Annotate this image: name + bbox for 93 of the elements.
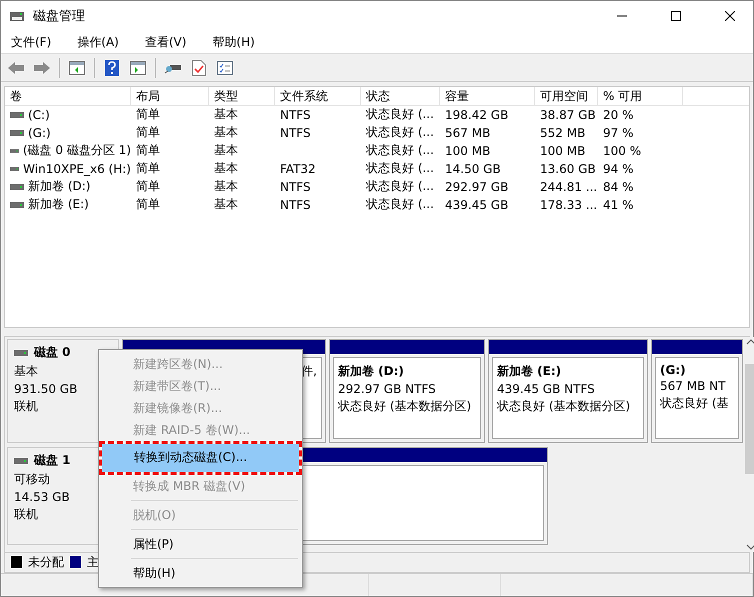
partition-block[interactable]: 新加卷 (D:) 292.97 GB NTFS 状态良好 (基本数据分区) [329, 339, 485, 443]
table-cell: (C:) [28, 108, 50, 122]
table-cell: 178.33 ... [540, 198, 598, 212]
table-cell: 新加卷 (E:) [28, 196, 89, 214]
table-cell: 新加卷 (D:) [28, 178, 90, 196]
table-cell: (G:) [28, 126, 51, 140]
table-cell: NTFS [280, 198, 311, 212]
disk-type: 可移动 [14, 471, 51, 488]
partition-info: 439.45 GB NTFS [497, 382, 595, 396]
table-cell: FAT32 [280, 162, 316, 176]
maximize-icon [671, 11, 681, 21]
table-cell: 基本 [214, 142, 238, 160]
table-cell: 198.42 GB [445, 108, 508, 122]
partition-block[interactable]: (G:) 567 MB NT 状态良好 (基 [651, 339, 743, 443]
table-cell: 简单 [136, 160, 160, 178]
partition-info: 567 MB NT [660, 379, 726, 393]
table-cell: 基本 [214, 106, 238, 124]
close-icon [725, 11, 735, 21]
legend-label: 未分配 [28, 554, 64, 571]
table-cell: 100 MB [445, 144, 490, 158]
table-cell: 基本 [214, 124, 238, 142]
table-cell: 552 MB [540, 126, 586, 140]
disk-size: 931.50 GB [14, 382, 78, 396]
table-cell: 状态良好 (... [366, 160, 434, 178]
legend-label: 主 [87, 554, 99, 571]
table-cell: 20 % [603, 108, 634, 122]
column-header[interactable]: 容量 [440, 86, 535, 105]
menu-item[interactable]: 操作(A) [71, 34, 127, 51]
table-cell: (磁盘 0 磁盘分区 1) [22, 142, 131, 160]
drive-icon [14, 456, 28, 464]
drive-icon [10, 128, 24, 137]
column-header[interactable]: 卷 [5, 86, 131, 105]
table-cell: 简单 [136, 106, 160, 124]
column-header[interactable]: 可用空间 [535, 86, 598, 105]
column-header[interactable]: 状态 [361, 86, 440, 105]
drive-icon [10, 200, 24, 209]
table-cell: 基本 [214, 178, 238, 196]
partition-block[interactable]: 新加卷 (E:) 439.45 GB NTFS 状态良好 (基本数据分区) [488, 339, 648, 443]
partition-title: (G:) [660, 363, 686, 377]
partition-info: 状态良好 (基本数据分区) [338, 398, 472, 415]
disk-status: 联机 [14, 506, 39, 523]
partition-title: 新加卷 (D:) [338, 363, 404, 380]
drive-icon [14, 348, 28, 356]
menu-item[interactable]: 查看(V) [138, 34, 194, 51]
scrollbar[interactable] [745, 337, 754, 552]
partition-title: 新加卷 (E:) [497, 363, 562, 380]
disk-type: 基本 [14, 363, 39, 380]
table-cell: 状态良好 (... [366, 124, 434, 142]
window-title: 磁盘管理 [33, 8, 86, 25]
menu-option[interactable]: 转换到动态磁盘(C)... [102, 444, 299, 472]
column-header[interactable]: 文件系统 [275, 86, 361, 105]
column-header[interactable]: 类型 [209, 86, 275, 105]
column-header[interactable]: 布局 [131, 86, 209, 105]
table-cell: 439.45 GB [445, 198, 508, 212]
partition-info: 状态良好 (基 [660, 395, 728, 412]
table-cell: 41 % [603, 198, 634, 212]
partition-info: 292.97 GB NTFS [338, 382, 436, 396]
table-cell: 244.81 ... [540, 180, 598, 194]
menu-item[interactable]: 文件(F) [5, 34, 60, 51]
table-cell: 状态良好 (... [366, 106, 434, 124]
table-cell: 84 % [603, 180, 634, 194]
menu-option[interactable]: 帮助(H) [101, 562, 300, 584]
table-cell: 简单 [136, 142, 160, 160]
drive-icon [10, 110, 24, 119]
table-cell: 状态良好 (... [366, 196, 434, 214]
drive-icon [10, 182, 24, 191]
table-cell: 14.50 GB [445, 162, 501, 176]
table-cell: 38.87 GB [540, 108, 596, 122]
table-cell: 状态良好 (... [366, 142, 434, 160]
table-cell: NTFS [280, 180, 311, 194]
table-cell: 13.60 GB [540, 162, 596, 176]
disk-status: 联机 [14, 398, 39, 415]
disk-size: 14.53 GB [14, 490, 71, 504]
menu-item[interactable]: 帮助(H) [206, 34, 263, 51]
table-cell: 97 % [603, 126, 634, 140]
table-cell: 100 % [603, 144, 642, 158]
table-cell: 简单 [136, 196, 160, 214]
table-cell: 简单 [136, 178, 160, 196]
table-cell: 292.97 GB [445, 180, 508, 194]
table-cell: 简单 [136, 124, 160, 142]
table-cell: NTFS [280, 126, 311, 140]
partition-info: 状态良好 (基本数据分区) [497, 398, 630, 415]
disk-name: 磁盘 0 [34, 344, 71, 361]
table-cell: Win10XPE_x6 (H:) [23, 162, 131, 176]
table-cell: 567 MB [445, 126, 490, 140]
column-header[interactable]: % 可用 [598, 86, 683, 105]
table-cell: 100 MB [540, 144, 586, 158]
disk-name: 磁盘 1 [34, 452, 71, 469]
table-cell: 基本 [214, 196, 238, 214]
table-cell: 94 % [603, 162, 634, 176]
table-cell: NTFS [280, 108, 311, 122]
table-cell: 状态良好 (... [366, 178, 434, 196]
table-cell: 基本 [214, 160, 238, 178]
